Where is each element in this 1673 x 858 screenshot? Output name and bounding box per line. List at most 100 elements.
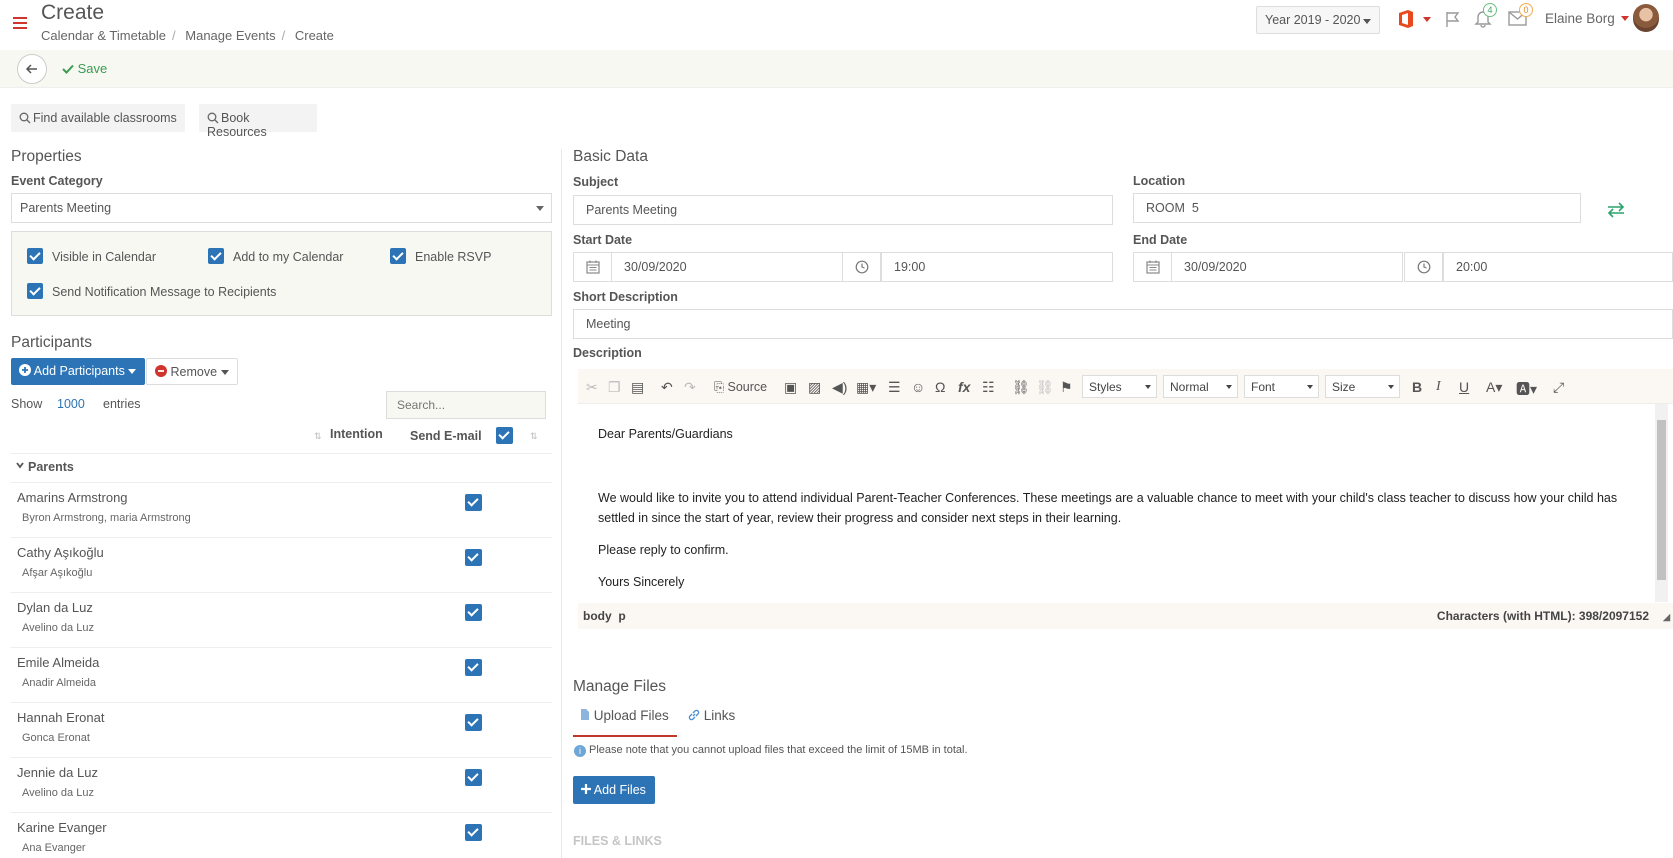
resize-handle-icon[interactable]: ◢ xyxy=(1663,612,1670,623)
editor-paragraph: We would like to invite you to attend in… xyxy=(598,491,1618,525)
start-date-label: Start Date xyxy=(573,233,633,247)
unlink-icon[interactable]: ⛓ xyxy=(1036,379,1054,396)
search-icon xyxy=(207,112,219,124)
book-resources-button[interactable]: Book Resources xyxy=(199,104,317,139)
add-to-calendar-checkbox[interactable] xyxy=(208,248,224,264)
sort-icon[interactable]: ⇅ xyxy=(314,431,322,442)
location-input[interactable] xyxy=(1133,193,1581,223)
link-icon[interactable]: ⛓ xyxy=(1012,379,1030,396)
audio-icon[interactable]: ◀) xyxy=(832,379,847,396)
image-upload-icon[interactable]: ▨ xyxy=(808,379,821,396)
add-files-button[interactable]: Add Files xyxy=(573,776,655,804)
copy-icon[interactable]: ❐ xyxy=(608,379,621,396)
swap-icon[interactable] xyxy=(1607,202,1625,218)
send-email-checkbox[interactable] xyxy=(465,604,482,621)
styles-combo[interactable]: Styles xyxy=(1082,375,1157,398)
enable-rsvp-checkbox[interactable] xyxy=(390,248,406,264)
background-color-icon[interactable]: 🅰▾ xyxy=(1516,379,1537,399)
font-combo[interactable]: Font xyxy=(1244,375,1319,398)
participant-name: Amarins Armstrong xyxy=(17,490,128,505)
chevron-down-icon[interactable] xyxy=(1423,17,1431,26)
notification-badge: 4 xyxy=(1483,3,1497,17)
underline-icon[interactable]: U xyxy=(1459,379,1469,395)
scroll-thumb[interactable] xyxy=(1657,420,1666,580)
calendar-icon-addon[interactable] xyxy=(1133,252,1172,282)
tab-links[interactable]: Links xyxy=(688,708,735,723)
event-category-select[interactable]: Parents Meeting xyxy=(11,193,552,223)
participant-contacts: Anadir Almeida xyxy=(22,677,96,689)
text-color-icon[interactable]: A▾ xyxy=(1486,379,1502,396)
page-length-select[interactable]: 1000 xyxy=(57,397,85,411)
send-email-checkbox[interactable] xyxy=(465,714,482,731)
tab-upload-files[interactable]: Upload Files xyxy=(580,708,669,723)
size-combo[interactable]: Size xyxy=(1325,375,1400,398)
description-editor[interactable]: Dear Parents/Guardians We would like to … xyxy=(578,404,1655,600)
special-char-icon[interactable]: Ω xyxy=(935,379,945,395)
undo-icon[interactable]: ↶ xyxy=(661,379,673,396)
end-date-input[interactable] xyxy=(1171,252,1403,282)
remove-participants-button[interactable]: Remove xyxy=(146,358,238,385)
image-icon[interactable]: ▣ xyxy=(784,379,797,396)
year-select[interactable]: Year 2019 - 2020 xyxy=(1256,6,1380,34)
paste-icon[interactable]: ▤ xyxy=(631,379,644,396)
bold-icon[interactable]: B xyxy=(1412,379,1422,395)
location-label: Location xyxy=(1133,174,1186,188)
start-date-input[interactable] xyxy=(611,252,843,282)
office-icon[interactable] xyxy=(1397,9,1415,29)
horizontal-rule-icon[interactable]: ☰ xyxy=(888,379,901,396)
chevron-down-icon[interactable] xyxy=(16,462,24,469)
add-participants-button[interactable]: Add Participants xyxy=(11,358,145,385)
breadcrumb-item[interactable]: Manage Events xyxy=(185,28,275,43)
send-email-checkbox[interactable] xyxy=(465,549,482,566)
send-email-checkbox[interactable] xyxy=(465,494,482,511)
smiley-icon[interactable]: ☺ xyxy=(911,379,925,395)
table-icon[interactable]: ▦▾ xyxy=(856,379,876,396)
indent-icon[interactable]: ☷ xyxy=(982,379,995,396)
message-badge: 0 xyxy=(1519,3,1533,17)
user-name[interactable]: Elaine Borg xyxy=(1545,11,1615,26)
clock-icon-addon[interactable] xyxy=(1404,252,1443,282)
send-email-column-header[interactable]: Send E-mail xyxy=(410,429,482,443)
source-button[interactable]: ⎘ Source xyxy=(714,380,767,395)
editor-paragraph xyxy=(598,456,1635,476)
find-classrooms-button[interactable]: Find available classrooms xyxy=(11,104,185,132)
manage-files-title: Manage Files xyxy=(573,678,667,695)
option-label: Visible in Calendar xyxy=(52,250,156,264)
formula-icon[interactable]: fx xyxy=(958,379,970,395)
short-description-input[interactable] xyxy=(573,309,1673,339)
calendar-icon-addon[interactable] xyxy=(573,252,612,282)
chevron-down-icon[interactable] xyxy=(1621,16,1629,25)
back-button[interactable] xyxy=(17,54,47,84)
send-email-checkbox[interactable] xyxy=(465,659,482,676)
breadcrumb-item[interactable]: Calendar & Timetable xyxy=(41,28,166,43)
italic-icon[interactable]: I xyxy=(1436,379,1441,395)
maximize-icon[interactable]: ⤢ xyxy=(1553,379,1564,396)
subject-input[interactable] xyxy=(573,195,1113,225)
redo-icon[interactable]: ↷ xyxy=(684,379,696,396)
group-row[interactable] xyxy=(11,453,552,483)
participant-contacts: Ana Evanger xyxy=(22,842,86,854)
clock-icon-addon[interactable] xyxy=(842,252,881,282)
cut-icon[interactable]: ✂ xyxy=(586,379,598,396)
send-email-checkbox[interactable] xyxy=(465,769,482,786)
select-all-email-checkbox[interactable] xyxy=(496,427,513,444)
visible-in-calendar-checkbox[interactable] xyxy=(27,248,43,264)
flag-icon[interactable] xyxy=(1444,10,1462,28)
intention-column-header[interactable]: Intention xyxy=(330,427,383,441)
format-combo[interactable]: Normal xyxy=(1163,375,1238,398)
end-time-input[interactable] xyxy=(1443,252,1673,282)
menu-icon[interactable] xyxy=(13,17,27,29)
editor-scrollbar[interactable] xyxy=(1655,404,1668,602)
avatar[interactable] xyxy=(1633,4,1659,32)
file-icon xyxy=(581,709,589,720)
table-row: Dylan da Luz Avelino da Luz xyxy=(11,592,552,647)
sort-icon[interactable]: ⇅ xyxy=(530,431,538,442)
participants-search-input[interactable] xyxy=(386,391,546,419)
save-button[interactable]: Save xyxy=(62,61,107,76)
start-time-input[interactable] xyxy=(881,252,1113,282)
anchor-flag-icon[interactable]: ⚑ xyxy=(1060,379,1073,396)
clock-icon xyxy=(855,260,869,274)
element-path[interactable]: body p xyxy=(583,609,626,623)
send-email-checkbox[interactable] xyxy=(465,824,482,841)
send-notification-checkbox[interactable] xyxy=(27,283,43,299)
